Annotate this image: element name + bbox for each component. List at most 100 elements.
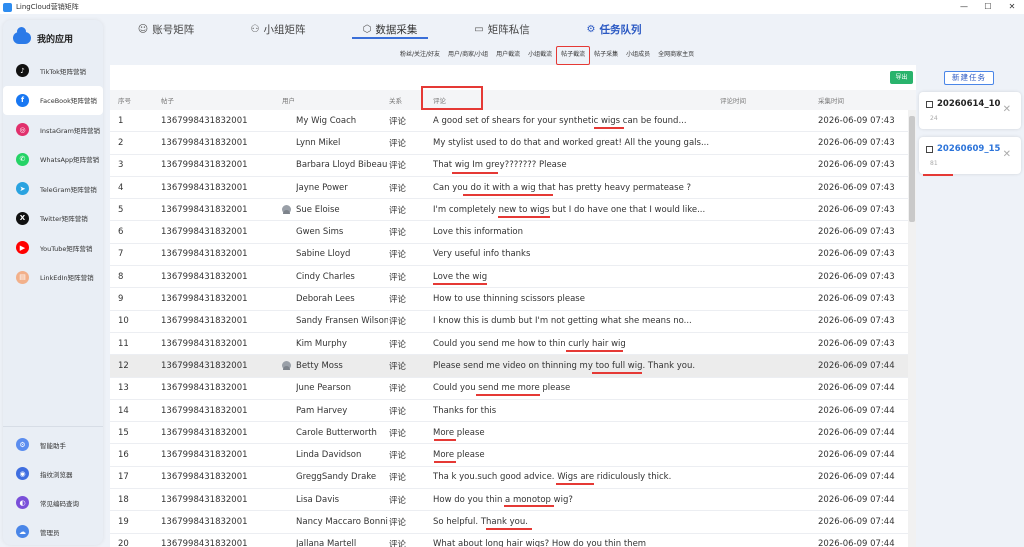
table-body: 1 1367998431832001 My Wig Coach 评论 A good se… bbox=[110, 110, 908, 547]
sidebar-item-label: 常见编码查询 bbox=[40, 499, 79, 508]
twitter-x-icon: X bbox=[16, 211, 29, 225]
cell-user: Jallana Martell bbox=[296, 539, 357, 547]
table-row[interactable]: 5 1367998431832001 Sue Eloise 评论 I'm complet… bbox=[110, 199, 908, 222]
cell-relation: 评论 bbox=[389, 317, 407, 328]
tab-matrix-messages[interactable]: ▭ 矩阵私信 bbox=[446, 20, 558, 39]
task-card-selected[interactable]: 20260609_15 81 ✕ bbox=[919, 137, 1021, 176]
instagram-icon: ◎ bbox=[16, 123, 29, 137]
tab-group-matrix[interactable]: ⚇ 小组矩阵 bbox=[222, 20, 334, 39]
task-close-icon[interactable]: ✕ bbox=[1003, 104, 1011, 115]
code-query-icon: ◐ bbox=[16, 496, 29, 509]
cell-comment: What about long hair wigs? How do you th… bbox=[433, 539, 647, 547]
task-underline bbox=[923, 174, 953, 176]
sidebar-item[interactable]: ♪ TikTok矩阵营销 bbox=[3, 56, 103, 86]
col-post: 帖子 bbox=[161, 97, 174, 105]
sidebar-item[interactable]: X Twitter矩阵营销 bbox=[3, 204, 103, 234]
sidebar-item[interactable]: f FaceBook矩阵营销 bbox=[3, 85, 103, 115]
table-row[interactable]: 20 1367998431832001 Jallana Martell 评论 What … bbox=[110, 534, 908, 547]
table-row[interactable]: 14 1367998431832001 Pam Harvey 评论 Thanks for… bbox=[110, 400, 908, 423]
table-row[interactable]: 19 1367998431832001 Nancy Maccaro Bonnin 评论… bbox=[110, 511, 908, 534]
cell-no: 18 bbox=[118, 494, 129, 505]
sidebar-header: 我的应用 bbox=[3, 20, 103, 56]
cell-no: 15 bbox=[118, 427, 129, 438]
sidebar-bottom-item[interactable]: ◐ 常见编码查询 bbox=[3, 488, 103, 517]
table-row[interactable]: 16 1367998431832001 Linda Davidson 评论 More p… bbox=[110, 444, 908, 467]
sidebar-item[interactable]: ✆ WhatsApp矩阵营销 bbox=[3, 145, 103, 175]
tab-task-queue[interactable]: ⚙ 任务队列 bbox=[558, 20, 670, 39]
cell-post: 1367998431832001 bbox=[161, 294, 248, 305]
sidebar-bottom-item[interactable]: ◉ 指纹浏览器 bbox=[3, 459, 103, 488]
col-relation: 关系 bbox=[389, 97, 402, 105]
table-row[interactable]: 10 1367998431832001 Sandy Fransen Wilson 评论… bbox=[110, 311, 908, 333]
table-row[interactable]: 9 1367998431832001 Deborah Lees 评论 How to us… bbox=[110, 288, 908, 311]
sidebar-bottom-item[interactable]: ☁ 管理员 bbox=[3, 517, 103, 546]
cell-collect-time: 2026-06-09 07:43 bbox=[818, 249, 895, 260]
cell-no: 4 bbox=[118, 182, 124, 193]
tab-account-matrix[interactable]: ☺ 账号矩阵 bbox=[110, 20, 222, 39]
sidebar: 我的应用 ♪ TikTok矩阵营销 f FaceBook矩阵营销 ◎ InstaGram矩… bbox=[3, 20, 103, 545]
sidebar-item-label: 管理员 bbox=[40, 528, 60, 537]
cell-relation: 评论 bbox=[389, 295, 407, 306]
subtab[interactable]: 粉丝/关注/好友 bbox=[396, 48, 444, 62]
scrollbar-thumb[interactable] bbox=[909, 116, 915, 222]
subtab[interactable]: 用户截流 bbox=[492, 48, 524, 62]
cell-comment: Love the wig bbox=[433, 271, 488, 282]
cell-user: Pam Harvey bbox=[296, 405, 348, 416]
subtab[interactable]: 全网商家主页 bbox=[654, 48, 698, 62]
close-icon[interactable]: ✕ bbox=[1000, 0, 1024, 14]
cell-comment: Love this information bbox=[433, 227, 524, 238]
cell-collect-time: 2026-06-09 07:44 bbox=[818, 450, 895, 461]
table-row[interactable]: 15 1367998431832001 Carole Butterworth 评论 Mo… bbox=[110, 422, 908, 445]
red-underline bbox=[463, 194, 553, 196]
cell-no: 5 bbox=[118, 204, 124, 215]
sidebar-item[interactable]: ▶ YouTube矩阵营销 bbox=[3, 233, 103, 263]
subtab[interactable]: 小组截流 bbox=[524, 48, 556, 62]
table-scrollbar[interactable] bbox=[908, 110, 916, 547]
export-button[interactable]: 导出 bbox=[890, 71, 913, 84]
table-row[interactable]: 1 1367998431832001 My Wig Coach 评论 A good se… bbox=[110, 110, 908, 133]
cell-post: 1367998431832001 bbox=[161, 516, 248, 527]
cell-relation: 评论 bbox=[389, 540, 407, 547]
col-no: 序号 bbox=[118, 97, 131, 105]
minimize-icon[interactable]: — bbox=[952, 0, 976, 14]
task-close-icon[interactable]: ✕ bbox=[1003, 149, 1011, 160]
sidebar-item[interactable]: ▤ LinkEdIn矩阵营销 bbox=[3, 263, 103, 293]
group-icon: ⚇ bbox=[250, 24, 260, 35]
new-task-button[interactable]: 新建任务 bbox=[944, 71, 994, 85]
subtab[interactable]: 用户/商家/小组 bbox=[444, 48, 492, 62]
table-row[interactable]: 13 1367998431832001 June Pearson 评论 Could yo… bbox=[110, 378, 908, 400]
table-row[interactable]: 17 1367998431832001 GreggSandy Drake 评论 Tha … bbox=[110, 467, 908, 490]
table-row[interactable]: 7 1367998431832001 Sabine Lloyd 评论 Very usef… bbox=[110, 244, 908, 267]
cell-relation: 评论 bbox=[389, 406, 407, 417]
sidebar-title: 我的应用 bbox=[37, 34, 74, 45]
maximize-icon[interactable]: ☐ bbox=[976, 0, 1000, 14]
sidebar-item[interactable]: ➤ TeleGram矩阵营销 bbox=[3, 174, 103, 204]
sidebar-bottom-item[interactable]: ⚙ 智能助手 bbox=[3, 430, 103, 459]
table-row[interactable]: 6 1367998431832001 Gwen Sims 评论 Love this in… bbox=[110, 221, 908, 244]
table-row[interactable]: 11 1367998431832001 Kim Murphy 评论 Could you … bbox=[110, 333, 908, 356]
tab-label: 小组矩阵 bbox=[263, 24, 306, 36]
cell-no: 19 bbox=[118, 516, 129, 527]
tab-data-collection[interactable]: ⬡ 数据采集 bbox=[334, 20, 446, 39]
window-controls: — ☐ ✕ bbox=[952, 0, 1024, 14]
cell-post: 1367998431832001 bbox=[161, 427, 248, 438]
task-card[interactable]: 20260614_10 24 ✕ bbox=[919, 92, 1021, 129]
subtab[interactable]: 帖子截流 bbox=[556, 45, 591, 65]
telegram-icon: ➤ bbox=[16, 182, 29, 196]
subtab[interactable]: 小组成员 bbox=[622, 48, 654, 62]
subtab[interactable]: 帖子采集 bbox=[590, 48, 622, 62]
linkedin-icon: ▤ bbox=[16, 270, 29, 284]
table-row[interactable]: 12 1367998431832001 Betty Moss 评论 Please sen… bbox=[110, 355, 908, 378]
sidebar-item[interactable]: ◎ InstaGram矩阵营销 bbox=[3, 115, 103, 145]
cell-user: Sabine Lloyd bbox=[296, 249, 351, 260]
table-row[interactable]: 2 1367998431832001 Lynn Mikel 评论 My stylist … bbox=[110, 132, 908, 155]
table-row[interactable]: 18 1367998431832001 Lisa Davis 评论 How do you… bbox=[110, 489, 908, 512]
table-row[interactable]: 3 1367998431832001 Barbara Lloyd Bibeau 评论 T… bbox=[110, 155, 908, 177]
cell-relation: 评论 bbox=[389, 205, 407, 216]
cell-user: Nancy Maccaro Bonnin bbox=[296, 516, 388, 527]
table-row[interactable]: 8 1367998431832001 Cindy Charles 评论 Love the… bbox=[110, 266, 908, 289]
cell-collect-time: 2026-06-09 07:43 bbox=[818, 182, 895, 193]
cell-user: Betty Moss bbox=[296, 360, 343, 371]
cell-post: 1367998431832001 bbox=[161, 137, 248, 148]
cell-user: GreggSandy Drake bbox=[296, 472, 377, 483]
